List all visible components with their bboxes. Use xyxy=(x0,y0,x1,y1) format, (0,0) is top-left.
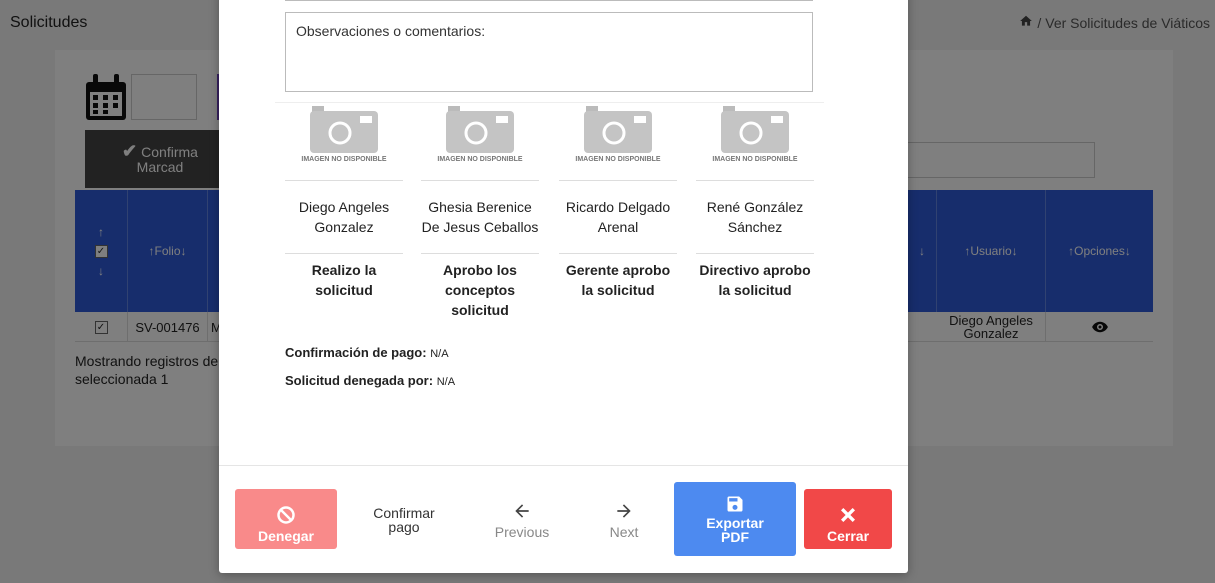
signer-name: Ghesia Berenice De Jesus Ceballos xyxy=(421,199,539,235)
signer-role: Directivo aprobo la solicitud xyxy=(699,262,811,298)
camera-icon: IMAGEN NO DISPONIBLE xyxy=(696,100,814,180)
footer-divider xyxy=(219,465,908,466)
export-pdf-button[interactable]: Exportar PDF xyxy=(674,482,796,556)
signature-card: IMAGEN NO DISPONIBLE René González Sánche… xyxy=(696,100,814,300)
signer-name: Ricardo Delgado Arenal xyxy=(565,199,671,235)
signature-card: IMAGEN NO DISPONIBLE Diego Angeles Gonzal… xyxy=(285,100,403,300)
ban-icon xyxy=(276,505,296,528)
camera-icon: IMAGEN NO DISPONIBLE xyxy=(285,100,403,180)
image-unavailable-label: IMAGEN NO DISPONIBLE xyxy=(301,156,387,163)
next-button[interactable]: Next xyxy=(589,498,659,542)
confirm-payment-button[interactable]: Confirmar pago xyxy=(365,500,443,540)
save-icon xyxy=(725,494,745,516)
previous-button[interactable]: Previous xyxy=(487,498,557,542)
signer-name: René González Sánchez xyxy=(706,199,804,235)
denied-by: Solicitud denegada por: N/A xyxy=(285,373,456,388)
observations-field[interactable]: Observaciones o comentarios: xyxy=(285,12,813,92)
image-unavailable-label: IMAGEN NO DISPONIBLE xyxy=(712,156,798,163)
arrow-left-icon xyxy=(512,501,532,524)
signer-name: Diego Angeles Gonzalez xyxy=(298,199,390,235)
signer-role: Aprobo los conceptos solicitud xyxy=(443,262,517,318)
signer-role: Realizo la solicitud xyxy=(311,262,377,298)
arrow-right-icon xyxy=(614,501,634,524)
image-unavailable-label: IMAGEN NO DISPONIBLE xyxy=(437,156,523,163)
request-detail-modal: Observaciones o comentarios: IMAGEN NO D… xyxy=(219,0,908,573)
signer-role: Gerente aprobo la solicitud xyxy=(565,262,671,298)
previous-field[interactable] xyxy=(285,0,813,1)
image-unavailable-label: IMAGEN NO DISPONIBLE xyxy=(575,156,661,163)
close-icon xyxy=(838,505,858,528)
camera-icon: IMAGEN NO DISPONIBLE xyxy=(421,100,539,180)
signature-card: IMAGEN NO DISPONIBLE Ghesia Berenice De J… xyxy=(421,100,539,320)
camera-icon: IMAGEN NO DISPONIBLE xyxy=(559,100,677,180)
payment-confirmation: Confirmación de pago: N/A xyxy=(285,345,449,360)
deny-button[interactable]: Denegar xyxy=(235,489,337,549)
close-button[interactable]: Cerrar xyxy=(804,489,892,549)
signature-card: IMAGEN NO DISPONIBLE Ricardo Delgado Aren… xyxy=(559,100,677,300)
